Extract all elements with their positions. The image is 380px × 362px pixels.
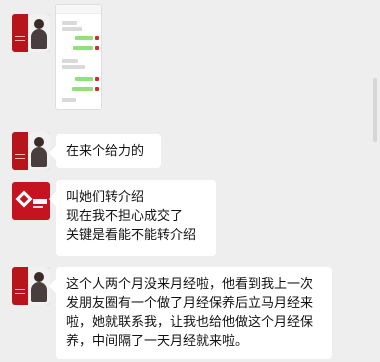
thumbnail-message-line xyxy=(75,77,93,81)
logo-diamond-shape xyxy=(15,190,33,208)
chat-screenshot-thumbnail[interactable] xyxy=(55,4,102,110)
logo-text-bar xyxy=(33,199,47,204)
portrait-avatar-icon[interactable] xyxy=(12,267,50,305)
avatar-small-line xyxy=(15,293,25,294)
avatar-small-line xyxy=(15,289,25,290)
avatar-small-line xyxy=(15,158,25,159)
avatar-head-shape xyxy=(34,137,44,147)
avatar-small-line xyxy=(15,36,25,37)
avatar-head-shape xyxy=(34,272,44,282)
portrait-avatar-icon[interactable] xyxy=(12,14,50,52)
avatar-body-shape xyxy=(31,147,47,167)
brand-logo-icon[interactable] xyxy=(12,182,50,220)
avatar-body-shape xyxy=(31,29,47,49)
thumbnail-message-line xyxy=(62,27,82,31)
thumbnail-avatar-mark xyxy=(95,77,99,81)
portrait-avatar-icon[interactable] xyxy=(12,132,50,170)
thumbnail-avatar-mark xyxy=(95,46,99,50)
chat-scrollbar[interactable] xyxy=(373,78,377,142)
avatar-body-shape xyxy=(31,282,47,302)
thumbnail-message-line xyxy=(62,59,78,63)
message-row-image xyxy=(0,0,380,120)
message-row-text: 叫她们转介绍 现在我不担心成交了 关键是看能不能转介绍 xyxy=(0,176,380,258)
thumbnail-avatar-mark xyxy=(95,36,99,40)
logo-text-bar xyxy=(33,206,43,208)
thumbnail-message-line xyxy=(62,98,76,102)
thumbnail-message-line xyxy=(62,65,85,69)
thumbnail-message-line xyxy=(73,46,93,50)
avatar-small-line xyxy=(15,40,25,41)
message-bubble[interactable]: 叫她们转介绍 现在我不担心成交了 关键是看能不能转介绍 xyxy=(56,180,216,256)
thumbnail-avatar-mark xyxy=(95,87,99,91)
thumbnail-message-line xyxy=(72,87,93,91)
thumbnail-message-line xyxy=(75,36,93,40)
avatar-head-shape xyxy=(34,19,44,29)
message-row-text: 这个人两个月没来月经啦，他看到我上一次发朋友圈有一个做了月经保养后立马月经来啦，… xyxy=(0,261,380,362)
message-bubble[interactable]: 这个人两个月没来月经啦，他看到我上一次发朋友圈有一个做了月经保养后立马月经来啦，… xyxy=(56,267,332,359)
avatar-small-line xyxy=(15,154,25,155)
message-bubble[interactable]: 在来个给力的 xyxy=(56,134,161,168)
thumbnail-message-line xyxy=(62,21,77,25)
message-row-text: 在来个给力的 xyxy=(0,128,380,173)
